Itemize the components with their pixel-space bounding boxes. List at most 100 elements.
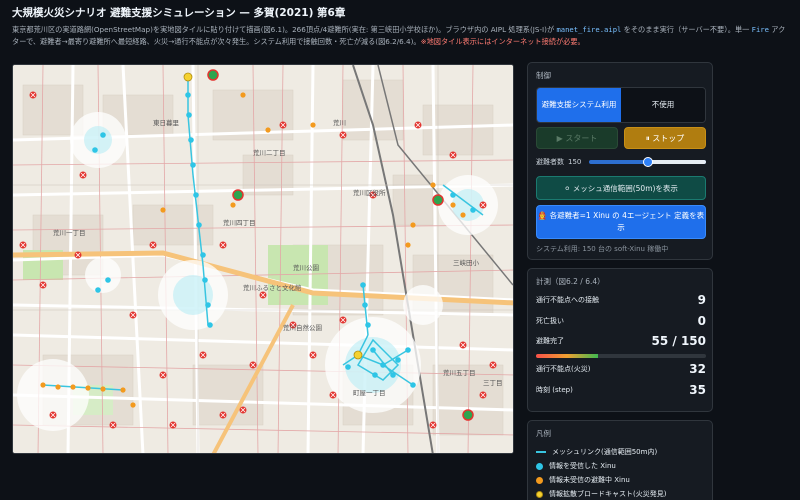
desc-text-2: をそのまま実行（サーバー不要）。単一 xyxy=(621,25,752,34)
received-xinu-12 xyxy=(362,302,368,308)
legend-label-1: 情報を受信した Xinu xyxy=(549,462,616,470)
received-xinu-22 xyxy=(372,372,378,378)
map-label-12: 三峡田小 xyxy=(453,258,480,267)
mesh-range-6 xyxy=(85,257,121,293)
desc-code-fire: Fire xyxy=(751,25,769,34)
received-xinu-6 xyxy=(196,222,202,228)
received-xinu-10 xyxy=(207,322,213,328)
map-label-4: 三丁目 xyxy=(483,379,503,387)
stop-button[interactable]: ⏸ ストップ xyxy=(624,127,706,149)
legend-title: 凡例 xyxy=(536,429,551,438)
stats-panel: 計測（図6.2 / 6.4） 通行不能点への接触 9 死亡扱い 0 避難完了 5… xyxy=(527,268,713,412)
slider-thumb[interactable] xyxy=(642,157,653,167)
legend-unreceived: 情報未受信の避難中 Xinu xyxy=(536,475,630,485)
system-toggle[interactable]: 避難支援システム利用 不使用 xyxy=(536,87,706,123)
unreceived-xinu-2 xyxy=(70,384,76,390)
legend-label-0: メッシュリンク(通信範囲50m内) xyxy=(552,448,658,456)
map-canvas[interactable]: 荒川区役所荒川公園荒川ふるさと文化館 荒川三丁目 荒川二丁目荒川四丁目荒川五丁目 荒川… xyxy=(13,65,514,454)
received-xinu-5 xyxy=(193,192,199,198)
evacuee-count-label: 避難者数 xyxy=(536,158,564,166)
unreceived-xinu-1 xyxy=(55,384,61,390)
evacuee-count-row: 避難者数 150 xyxy=(536,156,706,168)
map-view[interactable]: 荒川区役所 荒川公園 荒川ふるさと文化館 荒川 三丁目 荒川二丁目 荒川四丁目 荒川五丁目 荒川… xyxy=(12,64,514,454)
stat-fire-value: 32 xyxy=(689,362,706,376)
received-xinu-16 xyxy=(380,362,386,368)
broadcast-xinu-1 xyxy=(183,72,193,82)
map-label-9: 町屋一丁目 xyxy=(353,389,386,397)
shelter-3 xyxy=(462,409,474,421)
broadcast-swatch xyxy=(536,490,543,498)
map-label-11: 荒川自然公園 xyxy=(283,323,322,332)
unreceived-xinu-10 xyxy=(160,207,166,213)
received-xinu-25 xyxy=(450,192,456,198)
desc-warning: ※地図タイル表示にはインターネット接続が必要。 xyxy=(420,36,585,46)
shelter-1 xyxy=(232,189,244,201)
unreceived-xinu-16 xyxy=(240,92,246,98)
stat-fire-label: 通行不能点(火災) xyxy=(536,365,591,373)
stat-time-label: 時刻 (step) xyxy=(536,386,573,394)
received-xinu-11 xyxy=(360,282,366,288)
received-xinu-1 xyxy=(185,92,191,98)
evacuee-count-slider[interactable] xyxy=(589,157,706,167)
system-status-note: システム利用: 150 台の soft-Xinu 稼働中 xyxy=(536,245,669,253)
evacuation-progress-fill xyxy=(536,354,599,358)
show-agent-definition-button[interactable]: 🧑‍🚒 各避難者=1 Xinu の 4エージェント 定義を表示 xyxy=(536,205,706,239)
broadcast-xinu-0 xyxy=(353,350,363,360)
evacuation-progress-bar xyxy=(536,354,706,358)
received-xinu-13 xyxy=(365,322,371,328)
received-xinu-24 xyxy=(92,147,98,153)
unreceived-swatch xyxy=(536,476,543,484)
slider-rest xyxy=(647,160,706,164)
received-xinu-21 xyxy=(345,364,351,370)
stats-panel-title: 計測（図6.2 / 6.4） xyxy=(536,277,605,286)
legend-panel: 凡例 メッシュリンク(通信範囲50m内) 情報を受信した Xinu 情報未受信の… xyxy=(527,420,713,500)
stat-death-label: 死亡扱い xyxy=(536,317,564,325)
map-label-7: 荒川五丁目 xyxy=(443,368,476,377)
mesh-core-2 xyxy=(345,337,401,393)
map-label-6: 荒川四丁目 xyxy=(223,218,256,227)
unreceived-xinu-12 xyxy=(405,242,411,248)
unreceived-xinu-15 xyxy=(310,122,316,128)
unreceived-xinu-6 xyxy=(130,402,136,408)
stat-done: 避難完了 55 / 150 xyxy=(536,334,706,348)
unreceived-xinu-7 xyxy=(430,182,436,188)
stat-done-value: 55 / 150 xyxy=(651,334,707,348)
stat-fire: 通行不能点(火災) 32 xyxy=(536,362,706,376)
shelter-0 xyxy=(207,69,219,81)
received-xinu-26 xyxy=(470,207,476,213)
header: 大規模火災シナリオ 避難支援シミュレーション — 多賀(2021) 第6章 東京… xyxy=(12,6,792,47)
desc-text-1: 東京都荒川区の実道路網(OpenStreetMap)を実地図タイルに貼り付けて描… xyxy=(12,25,557,34)
unreceived-xinu-5 xyxy=(120,387,126,393)
map-label-1: 荒川公園 xyxy=(293,263,319,272)
evacuee-count-value: 150 xyxy=(568,158,582,166)
map-block-14 xyxy=(392,174,434,226)
legend-label-2: 情報未受信の避難中 Xinu xyxy=(549,476,630,484)
received-xinu-3 xyxy=(188,137,194,143)
received-xinu-20 xyxy=(390,372,396,378)
unreceived-xinu-13 xyxy=(410,222,416,228)
received-xinu-18 xyxy=(405,347,411,353)
map-label-3: 荒川 xyxy=(333,118,346,127)
received-xinu-17 xyxy=(395,357,401,363)
toggle-no-system[interactable]: 不使用 xyxy=(621,88,705,122)
show-mesh-range-button[interactable]: ⚪ メッシュ通信範囲(50m)を表示 xyxy=(536,176,706,200)
unreceived-xinu-11 xyxy=(265,127,271,133)
unreceived-xinu-3 xyxy=(85,385,91,391)
mesh-core-0 xyxy=(84,126,112,154)
unreceived-xinu-8 xyxy=(450,202,456,208)
stat-done-label: 避難完了 xyxy=(536,337,564,345)
stat-death-value: 0 xyxy=(697,314,706,328)
map-label-8: 荒川一丁目 xyxy=(53,228,86,237)
legend-label-3: 情報拡散ブロードキャスト(火災発見) xyxy=(549,490,667,498)
map-label-2: 荒川ふるさと文化館 xyxy=(243,283,302,292)
toggle-use-system[interactable]: 避難支援システム利用 xyxy=(537,88,621,122)
stat-time: 時刻 (step) 35 xyxy=(536,383,706,397)
map-label-0: 荒川区役所 xyxy=(353,188,386,197)
received-xinu-9 xyxy=(205,302,211,308)
map-block-10 xyxy=(192,364,264,426)
control-panel-title: 制御 xyxy=(536,71,551,80)
start-button[interactable]: ▶ スタート xyxy=(536,127,618,149)
unreceived-xinu-0 xyxy=(40,382,46,388)
received-xinu-4 xyxy=(190,162,196,168)
map-label-10: 東日暮里 xyxy=(153,118,180,127)
